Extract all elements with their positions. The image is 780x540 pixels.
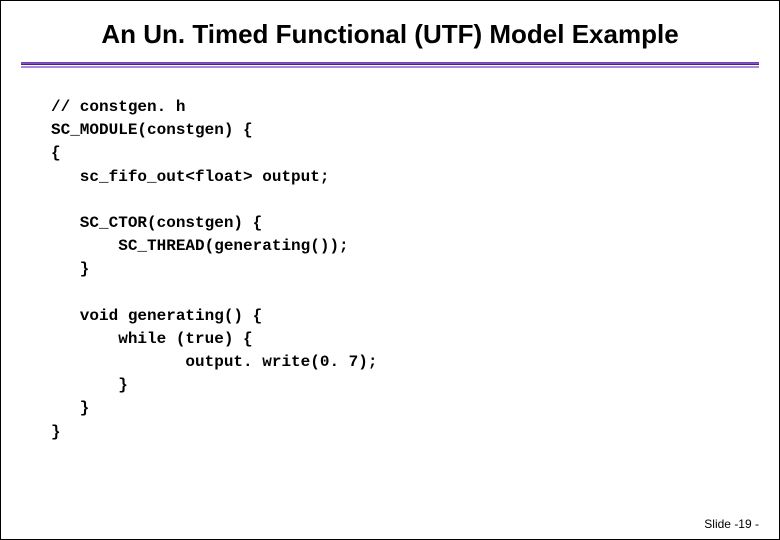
code-line: sc_fifo_out<float> output; — [51, 168, 329, 186]
code-line: { — [51, 144, 61, 162]
code-line: } — [51, 260, 89, 278]
code-line: output. write(0. 7); — [51, 353, 377, 371]
slide-title: An Un. Timed Functional (UTF) Model Exam… — [41, 19, 739, 50]
code-line: SC_CTOR(constgen) { — [51, 214, 262, 232]
code-line: } — [51, 423, 61, 441]
slide-number: Slide -19 - — [704, 517, 759, 531]
content-area: // constgen. h SC_MODULE(constgen) { { s… — [1, 68, 779, 444]
code-line: // constgen. h — [51, 98, 185, 116]
code-line: } — [51, 399, 89, 417]
code-line: while (true) { — [51, 330, 253, 348]
code-line: } — [51, 376, 128, 394]
code-block: // constgen. h SC_MODULE(constgen) { { s… — [51, 96, 729, 444]
code-line: void generating() { — [51, 307, 262, 325]
slide: An Un. Timed Functional (UTF) Model Exam… — [0, 0, 780, 540]
divider — [21, 62, 759, 68]
code-line: SC_MODULE(constgen) { — [51, 121, 253, 139]
code-line: SC_THREAD(generating()); — [51, 237, 349, 255]
title-area: An Un. Timed Functional (UTF) Model Exam… — [1, 1, 779, 62]
